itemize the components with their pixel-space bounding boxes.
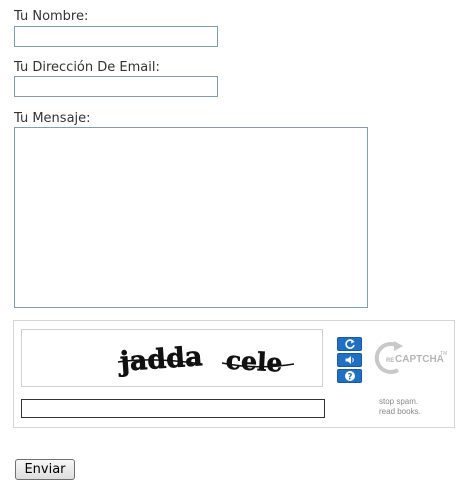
recaptcha-logo: RE CAPTCHA TM	[374, 341, 447, 374]
recaptcha-logo-text: CAPTCHA	[395, 354, 444, 365]
message-textarea[interactable]	[14, 127, 368, 308]
email-label: Tu Dirección De Email:	[14, 60, 160, 75]
captcha-response-field[interactable]	[21, 399, 325, 418]
recaptcha-widget: jadda cele ? RE CAPTCHA TM stop spam. re…	[13, 320, 455, 428]
help-icon: ?	[344, 371, 355, 382]
captcha-tagline-line2: read books.	[379, 407, 421, 416]
submit-button[interactable]: Enviar	[15, 459, 75, 480]
svg-text:?: ?	[347, 372, 352, 382]
captcha-audio-button[interactable]	[337, 353, 362, 367]
refresh-icon	[344, 339, 355, 349]
audio-icon	[345, 356, 354, 364]
name-label: Tu Nombre:	[14, 9, 89, 24]
captcha-challenge-image: jadda cele	[21, 329, 323, 387]
captcha-tagline-line1: stop spam.	[379, 397, 419, 406]
captcha-word-2: cele	[225, 346, 283, 378]
message-label: Tu Mensaje:	[14, 111, 91, 126]
email-field[interactable]	[14, 76, 218, 97]
captcha-help-button[interactable]: ?	[337, 369, 362, 383]
name-field[interactable]	[14, 26, 218, 47]
captcha-refresh-button[interactable]	[337, 337, 362, 351]
recaptcha-logo-prefix: RE	[386, 358, 394, 364]
recaptcha-logo-tm: TM	[440, 351, 447, 357]
